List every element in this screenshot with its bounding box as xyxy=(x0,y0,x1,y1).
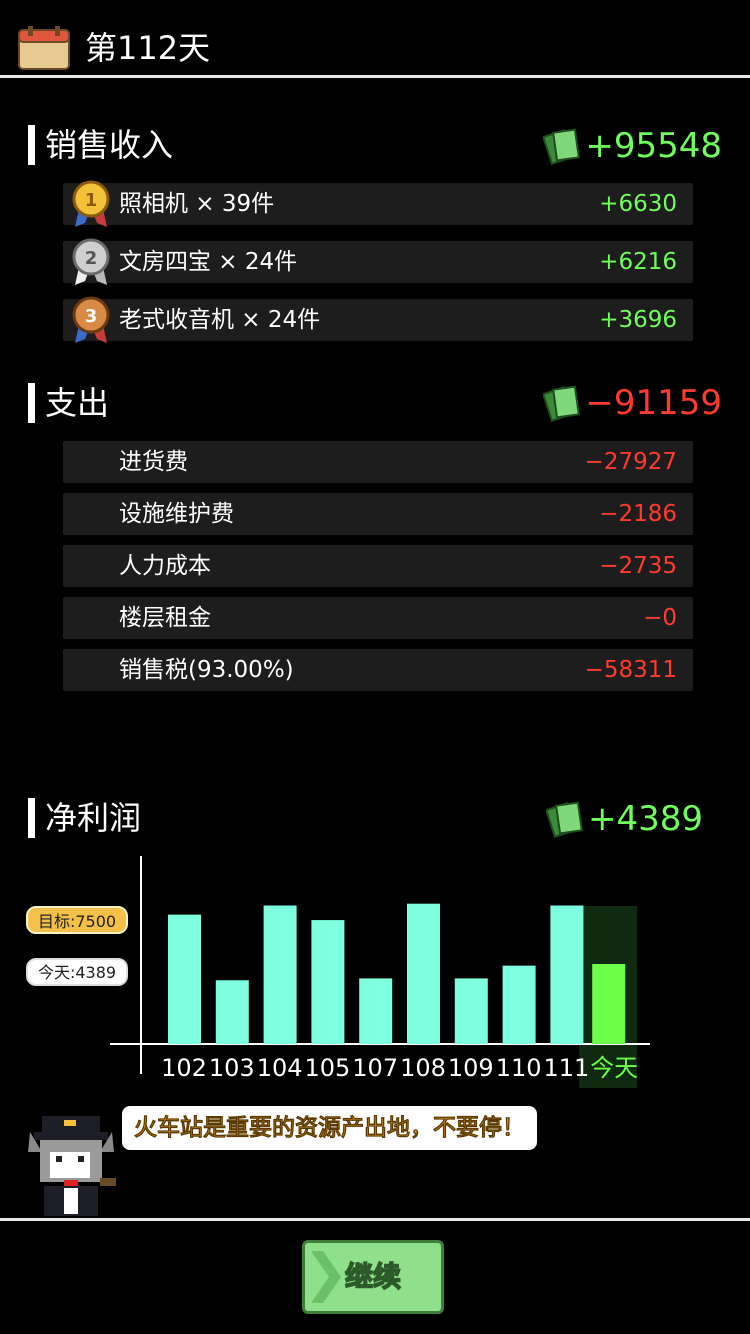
chart-bar xyxy=(454,978,488,1044)
silver-medal-icon: 2 xyxy=(72,238,110,285)
profit-total-value: +4389 xyxy=(587,799,703,839)
bronze-medal-icon: 3 xyxy=(72,296,110,343)
chart-bar xyxy=(215,980,249,1044)
x-tick-label: 105 xyxy=(304,1054,350,1082)
expense-row: 设施维护费 −2186 xyxy=(63,493,693,535)
chart-bar xyxy=(502,965,536,1044)
revenue-row: 1 照相机 × 39件 +6630 xyxy=(63,180,693,227)
header-bar: 第112天 xyxy=(0,0,750,78)
svg-text:3: 3 xyxy=(85,306,98,327)
continue-label: 继续 xyxy=(344,1259,402,1294)
calendar-icon xyxy=(18,26,70,70)
revenue-item-label: 老式收音机 × 24件 xyxy=(119,307,321,333)
continue-button[interactable]: 继续 xyxy=(302,1240,444,1314)
expense-total-value: −91159 xyxy=(585,383,722,423)
revenue-row: 3 老式收音机 × 24件 +3696 xyxy=(63,296,693,343)
today-marker: 今天:4389 xyxy=(26,958,128,986)
footer-divider xyxy=(0,1218,750,1221)
expense-item-label: 人力成本 xyxy=(119,553,211,579)
expense-item-value: −58311 xyxy=(584,657,677,683)
target-marker: 目标:7500 xyxy=(26,906,128,934)
profit-title: 净利润 xyxy=(28,798,141,838)
revenue-item-value: +6630 xyxy=(599,191,677,217)
x-tick-label: 104 xyxy=(257,1054,303,1082)
expense-item-label: 楼层租金 xyxy=(119,605,211,631)
expense-item-value: −27927 xyxy=(584,449,677,475)
x-tick-label: 今天 xyxy=(590,1054,638,1082)
svg-text:1: 1 xyxy=(85,190,98,211)
revenue-item-value: +3696 xyxy=(599,307,677,333)
gold-medal-icon: 1 xyxy=(72,180,110,227)
x-tick-label: 111 xyxy=(543,1054,589,1082)
expense-row: 楼层租金 −0 xyxy=(63,597,693,639)
chart-bar xyxy=(550,905,584,1044)
revenue-item-value: +6216 xyxy=(599,249,677,275)
revenue-title: 销售收入 xyxy=(28,125,173,165)
today-bar xyxy=(592,964,626,1044)
expense-title: 支出 xyxy=(28,383,109,423)
revenue-row: 2 文房四宝 × 24件 +6216 xyxy=(63,238,693,285)
x-tick-label: 107 xyxy=(352,1054,398,1082)
expense-row: 进货费 −27927 xyxy=(63,441,693,483)
chart-bar xyxy=(311,920,345,1044)
revenue-item-label: 文房四宝 × 24件 xyxy=(119,249,298,275)
profit-total: +4389 xyxy=(545,797,703,841)
x-tick-label: 102 xyxy=(161,1054,207,1082)
expense-row: 销售税(93.00%) −58311 xyxy=(63,649,693,691)
cash-icon xyxy=(545,801,583,838)
expense-item-value: −2186 xyxy=(599,501,677,527)
expense-item-value: −0 xyxy=(643,605,677,631)
chart-bar xyxy=(407,903,440,1044)
chart-bar xyxy=(263,905,297,1044)
expense-row: 人力成本 −2735 xyxy=(63,545,693,587)
chart-bar xyxy=(359,978,393,1044)
revenue-total-value: +95548 xyxy=(585,126,722,166)
revenue-total: +95548 xyxy=(543,124,722,168)
expense-item-label: 进货费 xyxy=(119,449,188,475)
x-tick-label: 103 xyxy=(209,1054,255,1082)
revenue-item-label: 照相机 × 39件 xyxy=(119,191,275,217)
expense-item-value: −2735 xyxy=(599,553,677,579)
expense-item-label: 设施维护费 xyxy=(119,501,234,527)
x-tick-label: 108 xyxy=(400,1054,446,1082)
expense-total: −91159 xyxy=(543,381,722,425)
x-tick-label: 109 xyxy=(448,1054,494,1082)
chart-bar xyxy=(168,914,201,1044)
day-title: 第112天 xyxy=(85,29,211,67)
cat-conductor-mascot xyxy=(28,1116,116,1216)
tip-speech-bubble: 火车站是重要的资源产出地，不要停！ xyxy=(122,1106,537,1150)
cash-icon xyxy=(543,128,581,165)
cash-icon xyxy=(543,385,581,422)
expense-item-label: 销售税(93.00%) xyxy=(119,657,294,683)
svg-text:2: 2 xyxy=(85,248,98,269)
x-tick-label: 110 xyxy=(496,1054,542,1082)
